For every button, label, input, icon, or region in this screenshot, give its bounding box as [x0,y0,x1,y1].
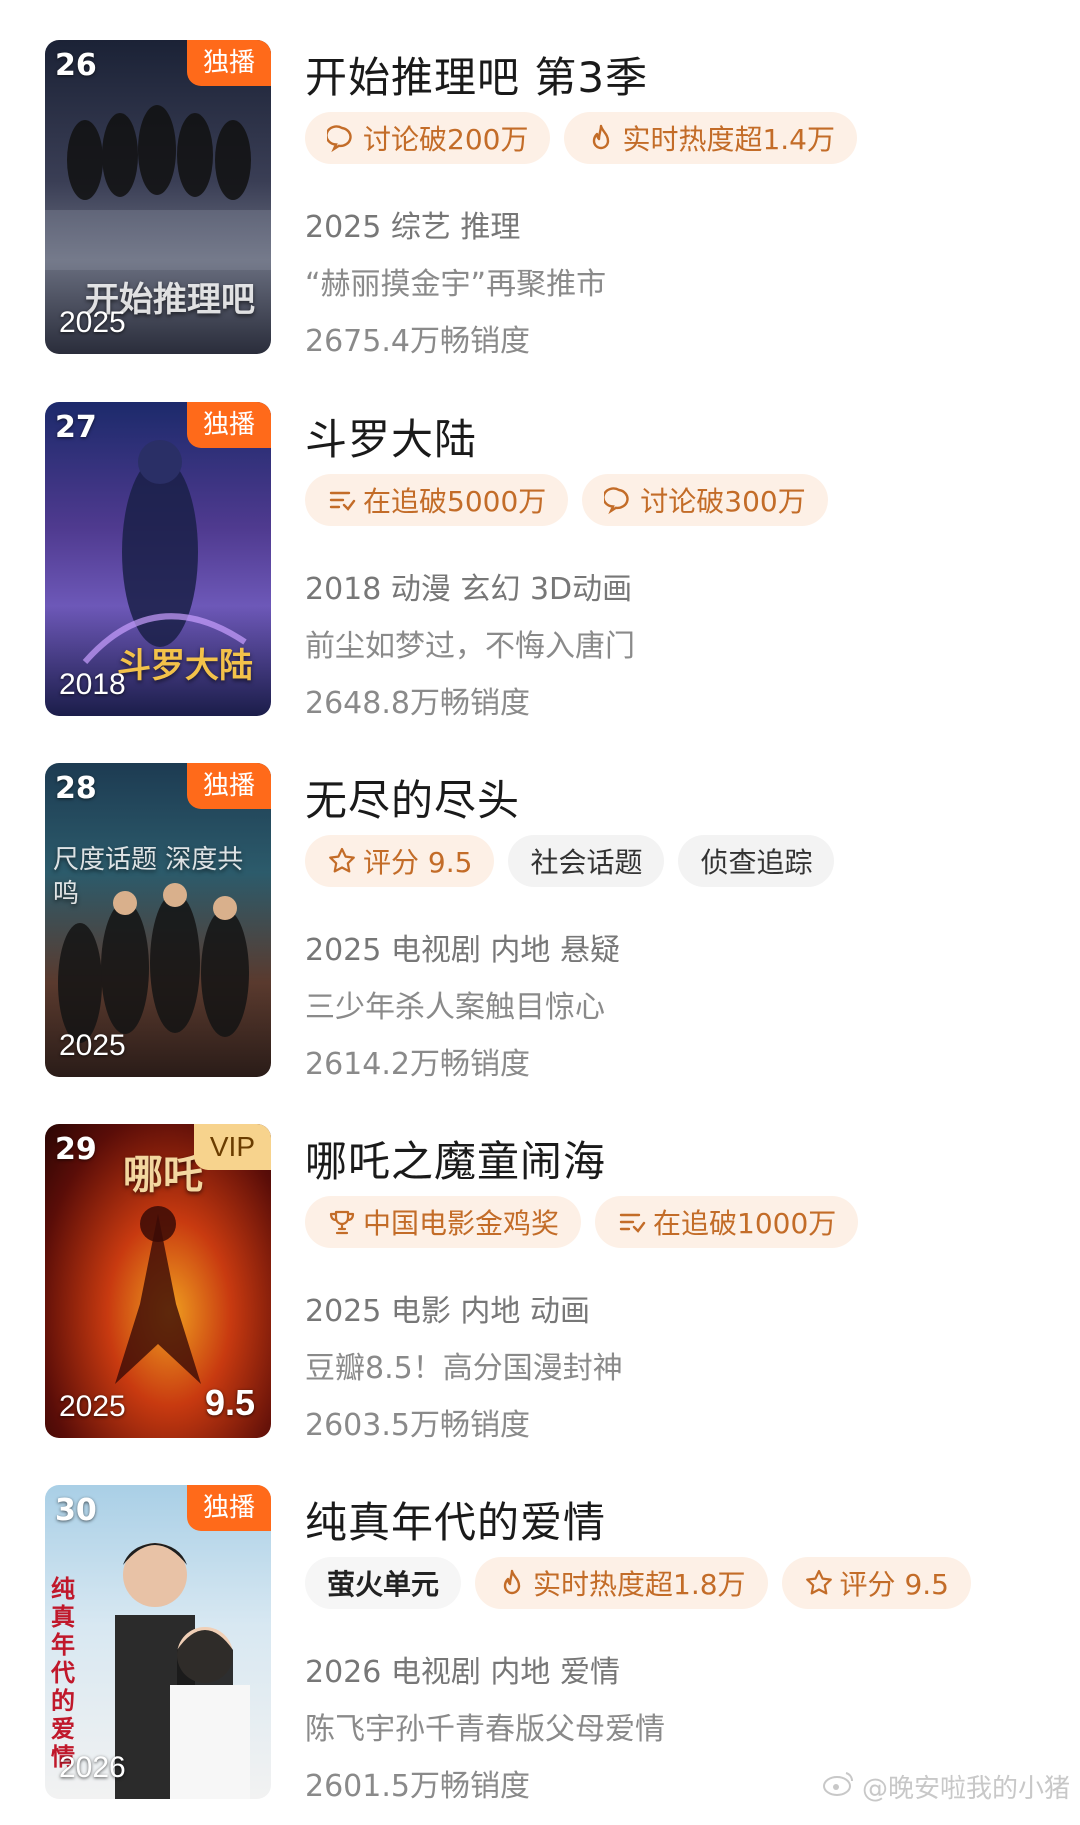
poster-year: 2026 [59,1751,126,1784]
item-description: 前尘如梦过，不悔入唐门 [305,629,635,664]
tag-topic: 社会话题 [508,835,665,887]
list-item[interactable]: 尺度话题 深度共鸣 28 独播 2025 无尽的尽头 评分 9.5 社会话题 侦… [0,763,1080,1103]
list-item[interactable]: 哪吒 29 VIP 2025 9.5 哪吒之魔童闹海 中国电影金鸡奖 在追破10… [0,1124,1080,1464]
item-title[interactable]: 斗罗大陆 [305,406,477,467]
star-icon [327,846,357,876]
poster-thumbnail[interactable]: 斗罗大陆 27 独播 2018 [45,402,271,716]
tag-label: 在追破5000万 [363,485,547,518]
rank-number: 28 [55,771,97,806]
item-title[interactable]: 哪吒之魔童闹海 [305,1128,606,1189]
follow-list-icon [617,1207,647,1237]
item-description: “赫丽摸金宇”再聚推市 [305,267,607,302]
tag-label: 社会话题 [530,846,643,879]
tag-award: 中国电影金鸡奖 [305,1196,582,1248]
poster-year: 2018 [59,668,126,701]
item-meta: 2025 综艺 推理 [305,210,521,245]
item-title[interactable]: 纯真年代的爱情 [305,1489,606,1550]
item-sales: 2603.5万畅销度 [305,1408,530,1443]
tag-discussion: 讨论破300万 [582,474,828,526]
vip-badge: VIP [193,1124,271,1170]
tag-row: 在追破5000万 讨论破300万 [305,474,828,526]
flame-icon [497,1568,527,1598]
tag-row: 中国电影金鸡奖 在追破1000万 [305,1196,859,1248]
chat-bubble-icon [604,485,634,515]
exclusive-badge: 独播 [186,40,271,86]
rank-number: 27 [55,410,97,445]
flame-icon [586,123,616,153]
item-meta: 2025 电影 内地 动画 [305,1294,590,1329]
weibo-icon [822,1769,856,1804]
trophy-icon [327,1207,357,1237]
item-title[interactable]: 无尽的尽头 [305,767,520,828]
item-sales: 2601.5万畅销度 [305,1769,530,1804]
tag-row: 萤火单元 实时热度超1.8万 评分 9.5 [305,1557,971,1609]
poster-year: 2025 [59,1029,126,1062]
tag-label: 实时热度超1.8万 [533,1568,746,1601]
watermark: @晚安啦我的小猪 [822,1768,1070,1805]
tag-label: 讨论破300万 [640,485,806,518]
watermark-text: @晚安啦我的小猪 [861,1774,1070,1804]
rank-number: 29 [55,1132,97,1167]
poster-thumbnail[interactable]: 尺度话题 深度共鸣 28 独播 2025 [45,763,271,1077]
poster-thumbnail[interactable]: 纯真年代的爱情 30 独播 2026 [45,1485,271,1799]
rank-number: 26 [55,48,97,83]
tag-row: 讨论破200万 实时热度超1.4万 [305,112,857,164]
item-description: 陈飞宇孙千青春版父母爱情 [305,1712,665,1747]
exclusive-badge: 独播 [186,1485,271,1531]
tag-label: 实时热度超1.4万 [622,123,835,156]
poster-thumbnail[interactable]: 开始推理吧 26 独播 2025 [45,40,271,354]
tag-following: 在追破5000万 [305,474,569,526]
item-sales: 2648.8万畅销度 [305,686,530,721]
poster-title-art: 斗罗大陆 [117,646,253,686]
tag-label: 萤火单元 [327,1568,440,1601]
poster-title-art: 纯真年代的爱情 [51,1574,75,1771]
tag-discussion: 讨论破200万 [305,112,551,164]
poster-thumbnail[interactable]: 哪吒 29 VIP 2025 9.5 [45,1124,271,1438]
item-description: 三少年杀人案触目惊心 [305,990,605,1025]
tag-label: 讨论破200万 [363,123,529,156]
tag-genre: 侦查追踪 [678,835,835,887]
tag-rating: 评分 9.5 [305,835,495,887]
item-meta: 2025 电视剧 内地 悬疑 [305,933,620,968]
tag-following: 在追破1000万 [595,1196,859,1248]
tag-heat: 实时热度超1.4万 [564,112,857,164]
item-meta: 2018 动漫 玄幻 3D动画 [305,572,633,607]
exclusive-badge: 独播 [186,402,271,448]
item-description: 豆瓣8.5！高分国漫封神 [305,1351,623,1386]
star-icon [804,1568,834,1598]
poster-score: 9.5 [204,1382,255,1423]
exclusive-badge: 独播 [186,763,271,809]
poster-title-art: 哪吒 [123,1151,203,1198]
tag-label: 评分 9.5 [363,846,473,879]
tag-rating: 评分 9.5 [781,1557,971,1609]
tag-label: 在追破1000万 [653,1207,837,1240]
poster-year: 2025 [59,1390,126,1423]
follow-list-icon [327,485,357,515]
poster-year: 2025 [59,306,126,339]
item-sales: 2614.2万畅销度 [305,1047,530,1082]
tag-label: 侦查追踪 [700,846,813,879]
list-item[interactable]: 斗罗大陆 27 独播 2018 斗罗大陆 在追破5000万 讨论破300万 20… [0,402,1080,742]
chat-bubble-icon [327,123,357,153]
tag-label: 中国电影金鸡奖 [363,1207,560,1240]
tag-heat: 实时热度超1.8万 [475,1557,768,1609]
tag-row: 评分 9.5 社会话题 侦查追踪 [305,835,835,887]
list-item[interactable]: 开始推理吧 26 独播 2025 开始推理吧 第3季 讨论破200万 实时热度超… [0,40,1080,380]
item-meta: 2026 电视剧 内地 爱情 [305,1655,620,1690]
tag-label: 评分 9.5 [839,1568,949,1601]
tag-firefly-unit: 萤火单元 [305,1557,462,1609]
rank-number: 30 [55,1493,97,1528]
poster-slogan-art: 尺度话题 深度共鸣 [53,845,244,909]
item-title[interactable]: 开始推理吧 第3季 [305,44,648,105]
item-sales: 2675.4万畅销度 [305,324,530,359]
